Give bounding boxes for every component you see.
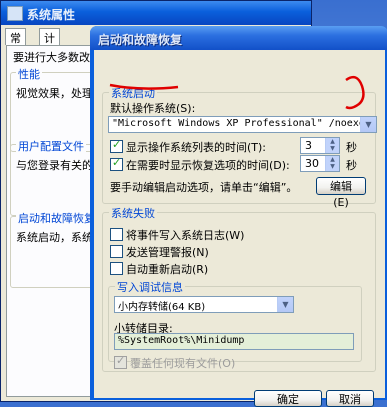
red-annotation-overlay xyxy=(109,75,365,110)
red-underline xyxy=(109,83,179,90)
desktop: { "back_window": { "title": "系统属性", "tab… xyxy=(0,0,387,407)
red-bracket-mark xyxy=(345,75,365,110)
